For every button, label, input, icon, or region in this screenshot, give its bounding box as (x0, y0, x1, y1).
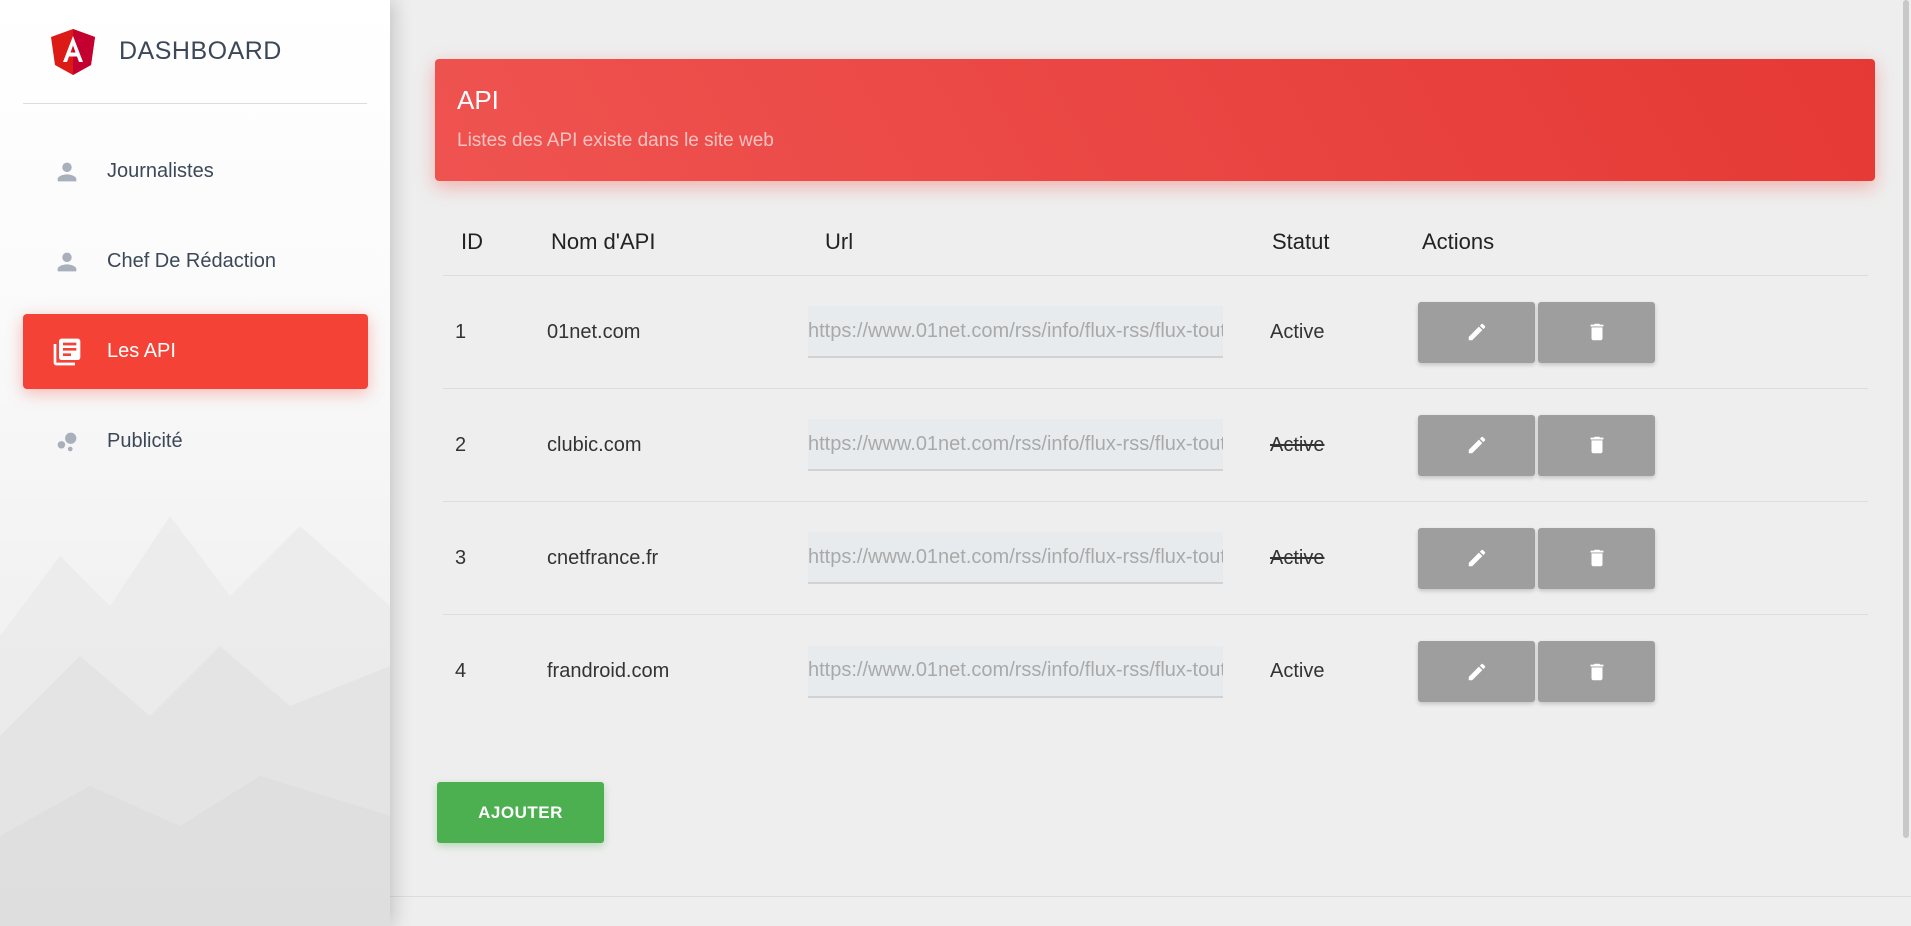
delete-button[interactable] (1538, 414, 1655, 476)
card-header: API Listes des API existe dans le site w… (435, 59, 1875, 181)
edit-icon (1468, 436, 1485, 454)
edit-button[interactable] (1418, 641, 1535, 702)
row-name: clubic.com (547, 433, 642, 456)
page-scrollbar[interactable] (1903, 0, 1909, 838)
column-header-actions: Actions (1422, 228, 1495, 254)
delete-button[interactable] (1538, 301, 1655, 363)
sidebar-item-label: Chef De Rédaction (107, 250, 276, 272)
column-header-url: Url (825, 228, 854, 254)
column-header-id: ID (461, 228, 483, 254)
status-text: Active (1270, 320, 1325, 343)
person-icon (51, 246, 83, 278)
row-id: 2 (455, 433, 467, 456)
sidebar-nav: Journalistes Chef De Rédaction Les API P… (23, 134, 368, 494)
api-table: ID Nom d'API Url Statut Actions 1 01net.… (443, 208, 1868, 728)
sidebar-item-label: Publicité (107, 430, 183, 452)
sidebar-brand[interactable]: DASHBOARD (23, 0, 367, 104)
row-name: cnetfrance.fr (547, 546, 659, 569)
main-content: API Listes des API existe dans le site w… (390, 0, 1911, 926)
table-row: 1 01net.com https://www.01net.com/rss/in… (443, 276, 1868, 389)
url-field[interactable]: https://www.01net.com/rss/info/flux-rss/… (808, 306, 1223, 358)
sidebar-item-chef-de-redaction[interactable]: Chef De Rédaction (23, 224, 368, 299)
status-text-inactive: Active (1270, 433, 1325, 456)
sidebar-item-label: Journalistes (107, 160, 214, 182)
row-name: frandroid.com (547, 660, 670, 682)
angular-logo-icon (51, 28, 95, 75)
edit-button[interactable] (1418, 414, 1535, 476)
sidebar-item-label: Les API (107, 340, 176, 362)
edit-button[interactable] (1418, 527, 1535, 589)
footer-divider (390, 896, 1911, 897)
edit-icon (1468, 663, 1485, 680)
table-row: 4 frandroid.com https://www.01net.com/rs… (443, 615, 1868, 728)
delete-icon (1590, 663, 1603, 680)
row-name: 01net.com (547, 320, 641, 343)
delete-button[interactable] (1538, 641, 1655, 702)
row-id: 3 (455, 546, 467, 569)
delete-icon (1590, 549, 1603, 567)
delete-icon (1590, 436, 1603, 454)
person-icon (51, 156, 83, 188)
delete-button[interactable] (1538, 527, 1655, 589)
status-text: Active (1270, 660, 1325, 682)
row-id: 1 (455, 320, 467, 343)
edit-icon (1468, 323, 1485, 341)
column-header-status: Statut (1272, 228, 1330, 254)
sidebar-item-publicite[interactable]: Publicité (23, 404, 368, 479)
url-field[interactable]: https://www.01net.com/rss/info/flux-rss/… (808, 645, 1223, 698)
status-text-inactive: Active (1270, 546, 1325, 569)
sidebar-item-les-api[interactable]: Les API (23, 314, 368, 389)
edit-icon (1468, 549, 1485, 567)
row-id: 4 (455, 660, 467, 682)
column-header-name: Nom d'API (551, 228, 656, 254)
url-field[interactable]: https://www.01net.com/rss/info/flux-rss/… (808, 532, 1223, 584)
sidebar-item-journalistes[interactable]: Journalistes (23, 134, 368, 209)
table-header: ID Nom d'API Url Statut Actions (443, 208, 1868, 276)
add-api-button[interactable]: AJOUTER (437, 782, 604, 843)
sidebar: DASHBOARD Journalistes Chef De Rédaction… (0, 0, 390, 926)
edit-button[interactable] (1418, 301, 1535, 363)
page-subtitle: Listes des API existe dans le site web (457, 130, 774, 151)
bubble-chart-icon (51, 426, 83, 458)
page-title: API (457, 85, 499, 115)
brand-title: DASHBOARD (119, 37, 282, 65)
table-row: 3 cnetfrance.fr https://www.01net.com/rs… (443, 502, 1868, 615)
library-books-icon (51, 336, 83, 368)
url-field[interactable]: https://www.01net.com/rss/info/flux-rss/… (808, 419, 1223, 471)
table-row: 2 clubic.com https://www.01net.com/rss/i… (443, 389, 1868, 502)
delete-icon (1590, 323, 1603, 341)
